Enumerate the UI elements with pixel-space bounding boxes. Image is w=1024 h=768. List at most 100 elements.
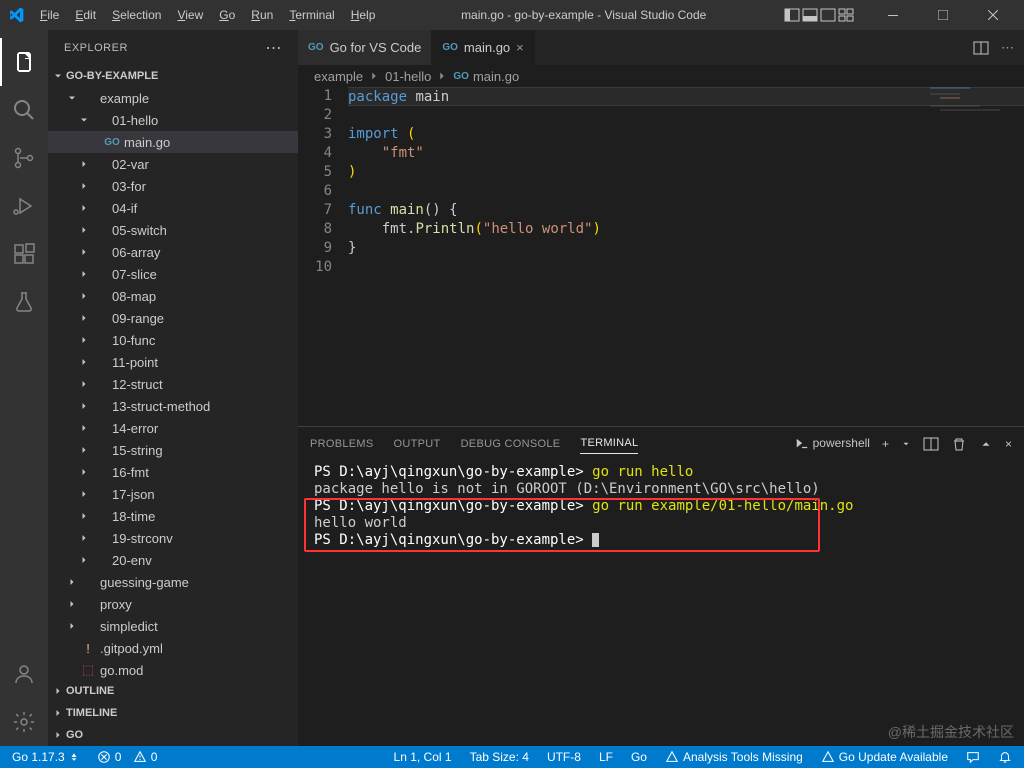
tab-main-go[interactable]: GO main.go × [432, 30, 534, 65]
tree-item[interactable]: GOmain.go [48, 131, 298, 153]
minimize-button[interactable] [870, 0, 916, 30]
status-encoding[interactable]: UTF-8 [543, 750, 585, 764]
new-terminal-icon[interactable]: + [882, 437, 889, 451]
status-tabsize[interactable]: Tab Size: 4 [466, 750, 533, 764]
go-section[interactable]: GO [48, 724, 298, 746]
status-analysis[interactable]: Analysis Tools Missing [661, 750, 807, 764]
project-section[interactable]: GO-BY-EXAMPLE [48, 65, 298, 87]
tab-bar: GO Go for VS Code GO main.go × ⋯ [298, 30, 1024, 65]
breadcrumb[interactable]: example 01-hello GO main.go [298, 65, 1024, 87]
tree-item[interactable]: 19-strconv [48, 527, 298, 549]
tree-item[interactable]: 06-array [48, 241, 298, 263]
menu-go[interactable]: Go [211, 8, 243, 22]
tree-item[interactable]: 18-time [48, 505, 298, 527]
explorer-more-icon[interactable]: ⋯ [266, 38, 283, 58]
close-tab-icon[interactable]: × [516, 40, 524, 55]
status-lang[interactable]: Go [627, 750, 651, 764]
go-file-icon: GO [453, 71, 469, 82]
layout-right-icon[interactable] [820, 7, 836, 23]
status-errors[interactable]: 0 0 [93, 750, 162, 764]
panel-tab-terminal[interactable]: TERMINAL [580, 433, 638, 454]
tree-item[interactable]: 15-string [48, 439, 298, 461]
split-terminal-icon[interactable] [923, 436, 939, 452]
tree-item[interactable]: ⬚go.mod [48, 659, 298, 680]
sidebar: EXPLORER ⋯ GO-BY-EXAMPLE example01-hello… [48, 30, 298, 746]
panel-tab-debug[interactable]: DEBUG CONSOLE [461, 434, 561, 454]
tree-item[interactable]: 16-fmt [48, 461, 298, 483]
account-icon[interactable] [0, 650, 48, 698]
menu-help[interactable]: Help [343, 8, 384, 22]
menu-terminal[interactable]: Terminal [281, 8, 342, 22]
status-bell-icon[interactable] [994, 750, 1016, 764]
tree-item[interactable]: 11-point [48, 351, 298, 373]
tree-item[interactable]: 01-hello [48, 109, 298, 131]
tree-item[interactable]: 13-struct-method [48, 395, 298, 417]
tree-item[interactable]: 20-env [48, 549, 298, 571]
tree-item[interactable]: guessing-game [48, 571, 298, 593]
settings-icon[interactable] [0, 698, 48, 746]
menu-view[interactable]: View [169, 8, 211, 22]
tree-item[interactable]: 07-slice [48, 263, 298, 285]
status-go-version[interactable]: Go 1.17.3 [8, 750, 83, 764]
vscode-logo-icon [8, 7, 24, 23]
tree-item[interactable]: 08-map [48, 285, 298, 307]
menu-file[interactable]: File [32, 8, 67, 22]
tree-item[interactable]: 02-var [48, 153, 298, 175]
menu-selection[interactable]: Selection [104, 8, 169, 22]
shell-selector[interactable]: powershell [795, 436, 870, 451]
editor-content[interactable]: 12345678910 package main import ( "fmt" … [298, 87, 1024, 426]
status-eol[interactable]: LF [595, 750, 617, 764]
tree-item[interactable]: 12-struct [48, 373, 298, 395]
tree-item[interactable]: 05-switch [48, 219, 298, 241]
panel-tab-problems[interactable]: PROBLEMS [310, 434, 374, 454]
breadcrumb-item[interactable]: 01-hello [385, 69, 431, 84]
close-panel-icon[interactable]: × [1005, 437, 1012, 451]
tree-item[interactable]: 17-json [48, 483, 298, 505]
tree-item[interactable]: 10-func [48, 329, 298, 351]
split-editor-icon[interactable] [973, 40, 989, 56]
tree-item[interactable]: proxy [48, 593, 298, 615]
status-cursor[interactable]: Ln 1, Col 1 [390, 750, 456, 764]
activity-bar [0, 30, 48, 746]
debug-icon[interactable] [0, 182, 48, 230]
tree-item[interactable]: example [48, 87, 298, 109]
close-button[interactable] [970, 0, 1016, 30]
code-area[interactable]: package main import ( "fmt" ) func main(… [348, 87, 1024, 426]
menu-run[interactable]: Run [243, 8, 281, 22]
tab-more-icon[interactable]: ⋯ [1001, 40, 1014, 56]
terminal-dropdown-icon[interactable] [901, 439, 911, 449]
status-feedback-icon[interactable] [962, 750, 984, 764]
layout-bottom-icon[interactable] [802, 7, 818, 23]
timeline-section[interactable]: TIMELINE [48, 702, 298, 724]
tab-go-for-vscode[interactable]: GO Go for VS Code [298, 30, 432, 65]
tree-item[interactable]: 14-error [48, 417, 298, 439]
explorer-icon[interactable] [0, 38, 48, 86]
window-title: main.go - go-by-example - Visual Studio … [383, 8, 784, 22]
kill-terminal-icon[interactable] [951, 436, 967, 452]
tree-item[interactable]: 09-range [48, 307, 298, 329]
editor-area: GO Go for VS Code GO main.go × ⋯ example… [298, 30, 1024, 746]
extensions-icon[interactable] [0, 230, 48, 278]
testing-icon[interactable] [0, 278, 48, 326]
layout-left-icon[interactable] [784, 7, 800, 23]
go-file-icon: GO [442, 42, 458, 53]
breadcrumb-item[interactable]: main.go [473, 69, 519, 84]
outline-section[interactable]: OUTLINE [48, 680, 298, 702]
layout-grid-icon[interactable] [838, 7, 854, 23]
minimap[interactable] [930, 87, 1010, 426]
tree-item[interactable]: !.gitpod.yml [48, 637, 298, 659]
tree-item[interactable]: 04-if [48, 197, 298, 219]
breadcrumb-item[interactable]: example [314, 69, 363, 84]
maximize-panel-icon[interactable] [979, 437, 993, 451]
tab-label: Go for VS Code [330, 40, 422, 55]
panel-tab-output[interactable]: OUTPUT [394, 434, 441, 454]
search-icon[interactable] [0, 86, 48, 134]
tree-item[interactable]: 03-for [48, 175, 298, 197]
line-numbers-gutter: 12345678910 [298, 87, 348, 426]
source-control-icon[interactable] [0, 134, 48, 182]
maximize-button[interactable] [920, 0, 966, 30]
menu-edit[interactable]: Edit [67, 8, 104, 22]
terminal-content[interactable]: PS D:\ayj\qingxun\go-by-example> go run … [298, 460, 1024, 746]
status-update[interactable]: Go Update Available [817, 750, 952, 764]
tree-item[interactable]: simpledict [48, 615, 298, 637]
